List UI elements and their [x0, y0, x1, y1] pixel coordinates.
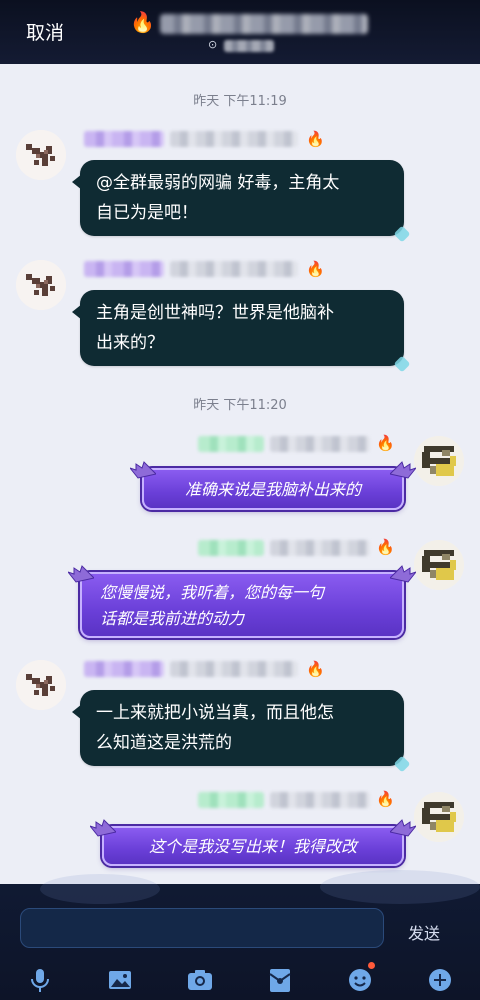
message-text-line: 自已为是吧！ — [96, 203, 198, 223]
avatar[interactable] — [16, 660, 66, 710]
message-text-line: 出来的？ — [96, 333, 164, 353]
message-text-line: 主角是创世神吗？世界是他脑补 — [96, 303, 334, 323]
avatar[interactable] — [16, 260, 66, 310]
message-bubble[interactable]: 主角是创世神吗？世界是他脑补 出来的？ — [72, 290, 411, 373]
microphone-icon[interactable] — [24, 964, 56, 996]
emoji-icon[interactable] — [344, 962, 376, 996]
bat-wing-icon — [390, 565, 416, 583]
message-text-line: 这个是我没写出来！我得改改 — [148, 837, 357, 856]
member-tag-blurred — [198, 436, 264, 452]
fire-icon: 🔥 — [376, 790, 395, 808]
notification-dot — [368, 962, 375, 969]
avatar[interactable] — [16, 130, 66, 180]
bat-wing-icon — [390, 819, 416, 837]
member-name-blurred[interactable] — [270, 436, 370, 452]
group-subtitle-blurred — [224, 40, 274, 52]
fire-icon: 🔥 — [306, 260, 325, 278]
avatar[interactable] — [414, 792, 464, 842]
input-bar: 发送 — [0, 870, 480, 1000]
bubble-decoration — [393, 755, 411, 773]
message-bubble[interactable]: 准确来说是我脑补出来的 — [130, 461, 416, 510]
message-list[interactable]: 昨天 下午11:19 🔥 @全群最弱的网骗 好毒，主角太 自已为是吧！ 🔥 主角… — [0, 64, 480, 884]
chat-title: 🔥 ⊙ — [130, 8, 370, 58]
group-name-blurred — [160, 14, 368, 34]
timestamp: 昨天 下午11:19 — [193, 94, 287, 109]
member-name-blurred[interactable] — [170, 661, 298, 677]
message-text-line: 话都是我前进的动力 — [100, 609, 245, 628]
cloud-decoration — [320, 870, 480, 904]
input-toolbar — [0, 960, 480, 1000]
fire-icon: 🔥 — [376, 434, 395, 452]
fire-icon: 🔥 — [130, 10, 155, 34]
fire-icon: 🔥 — [306, 660, 325, 678]
camera-icon[interactable] — [184, 964, 216, 996]
member-tag-blurred — [198, 540, 264, 556]
message-bubble[interactable]: 一上来就把小说当真，而且他怎 么知道这是洪荒的 — [72, 690, 411, 773]
member-tag-blurred — [84, 261, 164, 277]
message-text-line: 么知道这是洪荒的 — [96, 733, 232, 753]
member-name-blurred[interactable] — [270, 540, 370, 556]
member-name-blurred[interactable] — [270, 792, 370, 808]
chevron-down-icon[interactable]: ⊙ — [208, 38, 217, 51]
red-packet-icon[interactable] — [264, 964, 296, 996]
message-input[interactable] — [20, 908, 384, 948]
send-button[interactable]: 发送 — [408, 920, 440, 944]
message-text-line: 一上来就把小说当真，而且他怎 — [96, 703, 334, 723]
chat-header: 取消 🔥 ⊙ — [0, 0, 480, 64]
message-text-line: @全群最弱的网骗 好毒，主角太 — [96, 173, 340, 193]
member-name-blurred[interactable] — [170, 131, 298, 147]
avatar[interactable] — [414, 436, 464, 486]
bat-wing-icon — [68, 565, 94, 583]
member-tag-blurred — [84, 661, 164, 677]
member-tag-blurred — [198, 792, 264, 808]
message-bubble[interactable]: @全群最弱的网骗 好毒，主角太 自已为是吧！ — [72, 160, 411, 243]
fire-icon: 🔥 — [376, 538, 395, 556]
avatar[interactable] — [414, 540, 464, 590]
bat-wing-icon — [90, 819, 116, 837]
bat-wing-icon — [390, 461, 416, 479]
bat-wing-icon — [130, 461, 156, 479]
message-text-line: 准确来说是我脑补出来的 — [184, 480, 361, 499]
plus-icon[interactable] — [424, 964, 456, 996]
member-name-blurred[interactable] — [170, 261, 298, 277]
cancel-button[interactable]: 取消 — [26, 18, 64, 45]
message-bubble[interactable]: 您慢慢说，我听着，您的每一句 话都是我前进的动力 — [68, 565, 416, 638]
bubble-decoration — [393, 225, 411, 243]
timestamp: 昨天 下午11:20 — [193, 398, 287, 413]
cloud-decoration — [40, 874, 160, 904]
message-bubble[interactable]: 这个是我没写出来！我得改改 — [90, 819, 416, 866]
fire-icon: 🔥 — [306, 130, 325, 148]
image-icon[interactable] — [104, 964, 136, 996]
bubble-decoration — [393, 355, 411, 373]
member-tag-blurred — [84, 131, 164, 147]
message-text-line: 您慢慢说，我听着，您的每一句 — [100, 583, 325, 602]
